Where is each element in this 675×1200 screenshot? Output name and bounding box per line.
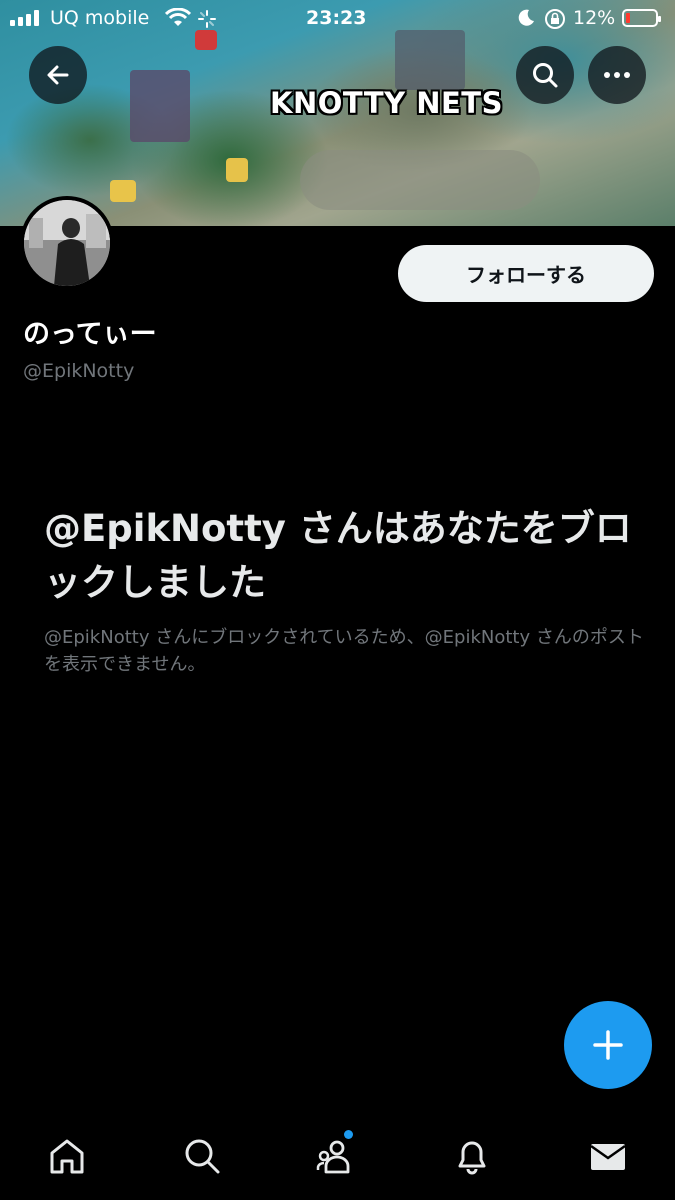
tab-notifications[interactable] <box>450 1134 494 1178</box>
avatar[interactable] <box>20 196 114 290</box>
battery-percent: 12% <box>573 7 616 29</box>
display-name: のってぃー <box>23 319 157 350</box>
mail-icon <box>590 1144 626 1170</box>
search-button[interactable] <box>516 46 574 104</box>
follow-button[interactable]: フォローする <box>398 245 654 302</box>
notification-dot <box>344 1130 353 1139</box>
blocked-description: @EpikNotty さんにブロックされているため、@EpikNotty さんの… <box>44 627 644 675</box>
compose-button[interactable] <box>564 1001 652 1089</box>
more-button[interactable] <box>588 46 646 104</box>
communities-icon <box>316 1140 350 1174</box>
tab-communities[interactable] <box>315 1130 359 1178</box>
avatar-photo <box>24 200 110 286</box>
status-bar: UQ mobile 23:23 12% <box>0 0 675 38</box>
moon-icon <box>518 9 534 26</box>
battery-icon <box>622 9 661 27</box>
user-handle: @EpikNotty <box>23 360 135 382</box>
status-time: 23:23 <box>306 7 367 29</box>
signal-icon <box>10 10 44 26</box>
loading-icon <box>198 10 216 28</box>
arrow-left-icon <box>47 65 69 85</box>
blocked-title: @EpikNotty さんはあなたをブロックしました <box>44 507 632 604</box>
tab-bar <box>0 1110 675 1200</box>
search-icon <box>185 1139 220 1174</box>
search-icon <box>533 63 558 88</box>
back-button[interactable] <box>29 46 87 104</box>
tab-messages[interactable] <box>586 1134 630 1178</box>
carrier-name: UQ mobile <box>50 7 150 29</box>
home-icon <box>50 1139 84 1174</box>
tab-home[interactable] <box>45 1134 89 1178</box>
rotation-lock-icon <box>545 9 565 29</box>
more-horizontal-icon <box>604 72 630 78</box>
bell-icon <box>458 1141 486 1175</box>
plus-icon <box>593 1030 623 1060</box>
banner-title: KNOTTY NETS <box>270 86 503 120</box>
wifi-icon <box>165 8 191 26</box>
tab-search[interactable] <box>180 1134 224 1178</box>
